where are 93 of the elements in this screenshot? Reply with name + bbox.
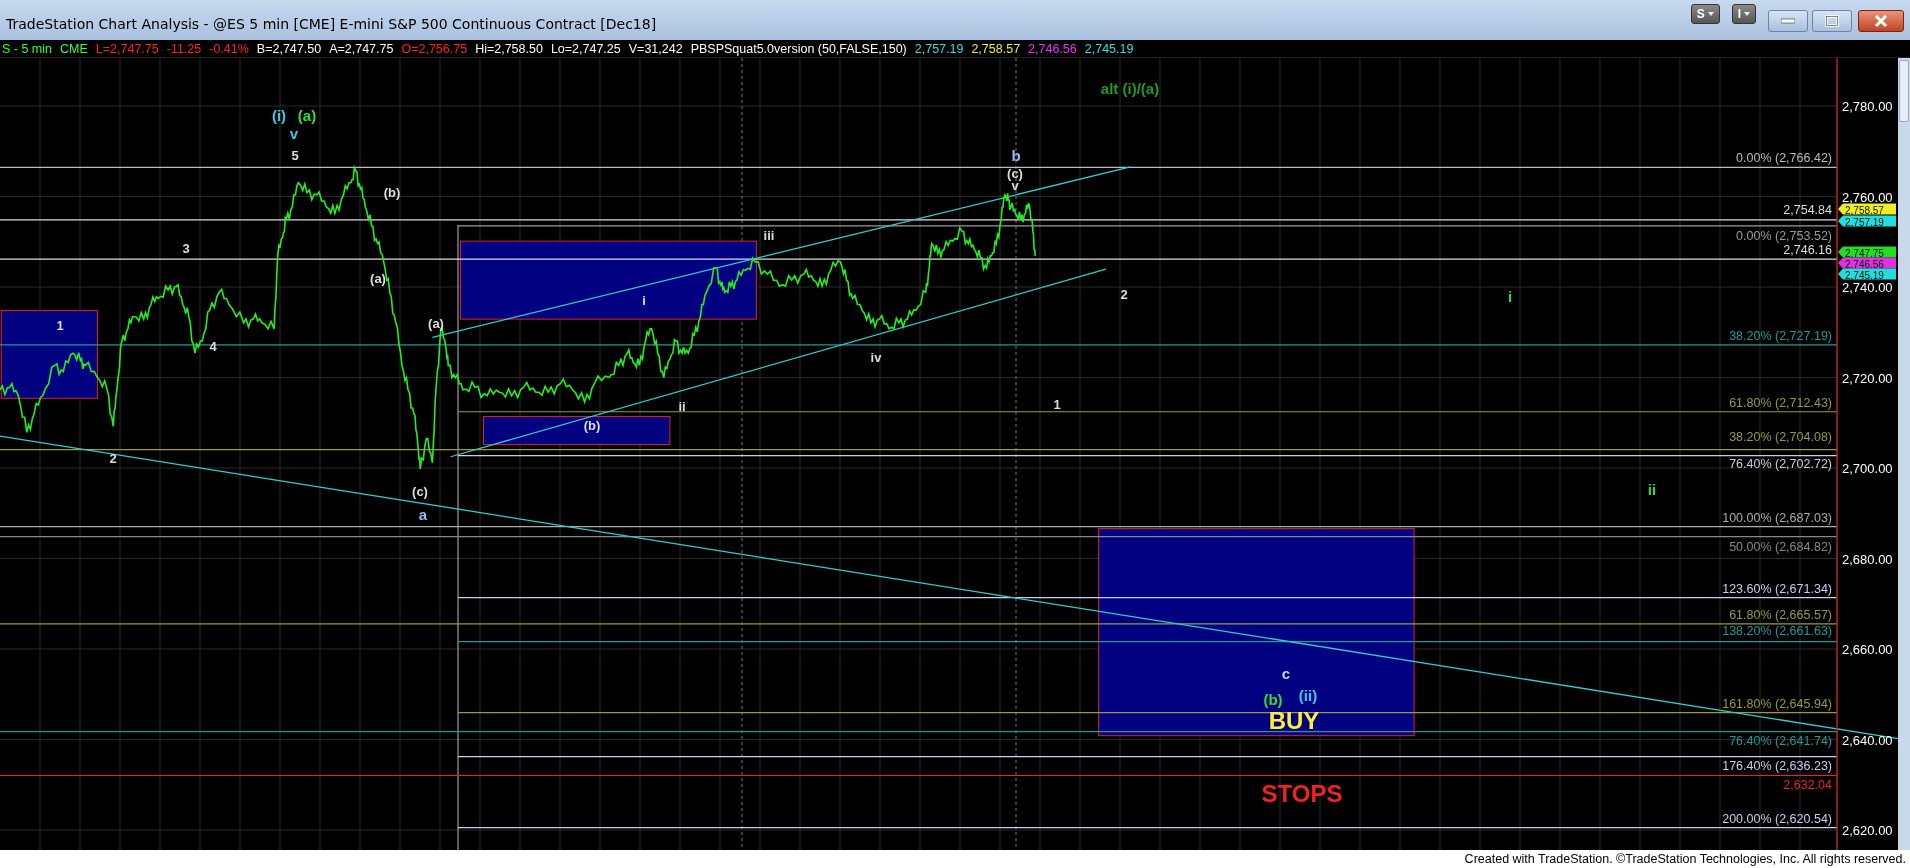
wave-label: (c) — [1007, 166, 1023, 181]
quote-value: 2,746.56 — [1028, 41, 1077, 56]
wave-label: 5 — [291, 148, 299, 163]
fib-level-label: 50.00% (2,684.82) — [1729, 539, 1832, 554]
fib-level-label: 100.00% (2,687.03) — [1722, 510, 1832, 525]
wave-label: 2 — [109, 451, 117, 466]
wave-label: (ii) — [1298, 687, 1318, 704]
quote-value: 2,745.19 — [1084, 41, 1134, 56]
fib-level-label: 76.40% (2,702.72) — [1729, 456, 1832, 471]
wave-label: iii — [763, 228, 775, 243]
quote-value: A=2,747.75 — [329, 41, 394, 56]
fib-level-label: 2,754.84 — [1783, 202, 1832, 217]
wave-label: i — [642, 293, 646, 308]
quote-value: B=2,747.50 — [256, 41, 322, 56]
quote-value: 2,758.57 — [971, 41, 1021, 56]
quote-value: -11.25 — [166, 41, 202, 56]
quote-value: Lo=2,747.25 — [550, 41, 621, 56]
wave-label: (b) — [583, 418, 601, 433]
wave-label: (b) — [1263, 691, 1283, 708]
price-axis-label: 2,640.00 — [1842, 732, 1893, 748]
quote-value: PBSPSquat5.0version (50,FALSE,150) — [690, 41, 907, 56]
window-title: TradeStation Chart Analysis - @ES 5 min [CME] E-mini S&P 500 Continuous Contract [Dec18] — [6, 15, 657, 32]
quote-value: L=2,747.75 — [95, 41, 159, 56]
wave-label: 1 — [1053, 397, 1061, 412]
wave-label: v — [289, 125, 299, 142]
close-button[interactable] — [1858, 10, 1904, 32]
wave-label: iv — [870, 350, 882, 365]
price-tag: 2,758.57 — [1838, 203, 1896, 216]
fib-level-label: 61.80% (2,712.43) — [1729, 395, 1832, 410]
caret-icon — [1707, 12, 1714, 16]
fib-level-label: 123.60% (2,671.34) — [1722, 581, 1832, 596]
dropdown-button[interactable]: S — [1690, 4, 1720, 24]
fib-level-label: 0.00% (2,766.42) — [1736, 151, 1832, 166]
scrollbar[interactable] — [1898, 58, 1910, 850]
price-axis-label: 2,760.00 — [1842, 189, 1893, 205]
close-icon — [1874, 15, 1888, 27]
fib-level-label: 2,746.16 — [1783, 243, 1832, 258]
price-axis-label: 2,720.00 — [1842, 370, 1893, 386]
quote-value: Hi=2,758.50 — [475, 41, 543, 56]
chart-note: BUY — [1268, 707, 1320, 734]
price-axis-label: 2,620.00 — [1842, 823, 1893, 838]
wave-label: (a) — [370, 271, 386, 286]
fib-level-label: 161.80% (2,645.94) — [1722, 696, 1832, 711]
quote-value: V=31,242 — [628, 41, 683, 56]
quote-value: -0.41% — [209, 41, 249, 56]
wave-label: i — [1507, 288, 1513, 305]
wave-label: v — [1011, 178, 1019, 193]
copyright-text: Created with TradeStation. ©TradeStation Technologies, Inc. All rights reserved. — [1464, 852, 1906, 866]
price-tag: 2,745.19 — [1838, 268, 1896, 281]
price-axis-label: 2,780.00 — [1842, 99, 1893, 114]
wave-label: (a) — [297, 107, 317, 124]
maximize-button[interactable] — [1812, 10, 1852, 32]
wave-label: a — [418, 506, 428, 523]
fib-level-label: 176.40% (2,636.23) — [1722, 758, 1832, 773]
chart-note: STOPS — [1261, 780, 1343, 807]
fib-level-label: 0.00% (2,753.52) — [1736, 228, 1832, 243]
minimize-icon — [1781, 18, 1795, 24]
price-tag: 2,747.75 — [1838, 246, 1896, 259]
wave-label: (c) — [412, 484, 428, 499]
wave-label: ii — [1647, 481, 1657, 498]
wave-label: alt (i)/(a) — [1100, 80, 1160, 97]
wave-label: (b) — [383, 185, 401, 200]
quote-value: CME — [60, 41, 88, 56]
fib-level-label: 2,632.04 — [1783, 777, 1832, 792]
maximize-icon — [1825, 15, 1839, 27]
price-axis-label: 2,660.00 — [1842, 642, 1893, 657]
fib-level-label: 76.40% (2,641.74) — [1729, 733, 1832, 748]
price-axis-label: 2,700.00 — [1842, 461, 1893, 476]
wave-label: c — [1281, 665, 1291, 682]
wave-label: 3 — [182, 241, 190, 256]
fib-level-label: 200.00% (2,620.54) — [1722, 811, 1832, 826]
caret-icon — [1744, 12, 1750, 16]
wave-label: (a) — [428, 316, 444, 331]
price-tag: 2,746.56 — [1838, 257, 1896, 270]
fib-level-label: 61.80% (2,665.57) — [1729, 607, 1832, 622]
wave-label: ii — [678, 399, 686, 414]
dropdown-button[interactable]: I — [1731, 4, 1756, 24]
fib-level-label: 138.20% (2,661.63) — [1722, 623, 1832, 638]
price-axis-label: 2,680.00 — [1842, 551, 1893, 567]
price-axis-label: 2,740.00 — [1842, 280, 1893, 295]
price-tag: 2,757.19 — [1838, 215, 1896, 228]
wave-label: (i) — [271, 107, 287, 124]
quote-value: 2,757.19 — [914, 41, 964, 56]
wave-label: b — [1011, 147, 1021, 164]
fib-level-label: 38.20% (2,704.08) — [1729, 429, 1832, 444]
wave-label: 4 — [209, 339, 217, 354]
quote-value: S - 5 min — [2, 41, 52, 56]
quote-value: O=2,756.75 — [401, 41, 468, 56]
fib-level-label: 38.20% (2,727.19) — [1729, 328, 1832, 343]
wave-label: 2 — [1120, 287, 1128, 302]
scrollbar-thumb[interactable] — [1899, 60, 1909, 122]
wave-label: 1 — [56, 318, 64, 333]
minimize-button[interactable] — [1768, 10, 1808, 32]
